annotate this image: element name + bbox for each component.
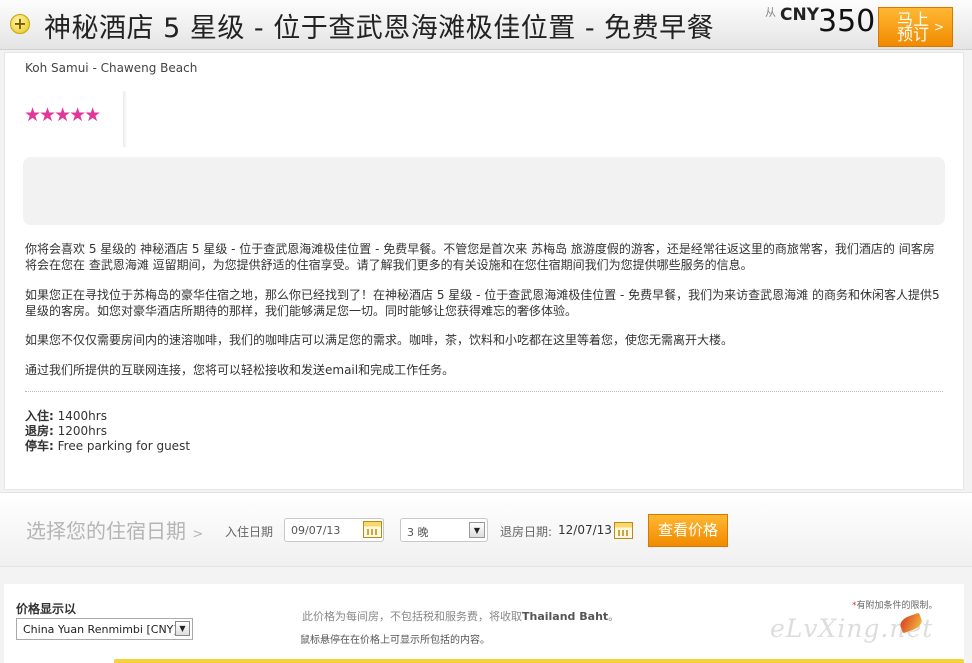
parking-info-label: 停车: [25,439,54,453]
hotel-header: + 神秘酒店 5 星级 - 位于查武恩海滩极佳位置 - 免费早餐 从 CNY 3… [0,0,972,50]
price-note-suffix: 。 [608,610,620,623]
nights-select[interactable]: 3 晚 ▼ [400,518,488,542]
checkout-info-value: 1200hrs [57,424,107,438]
parking-info: 停车: Free parking for guest [25,437,190,454]
chevron-right-icon: > [933,20,944,34]
calendar-icon[interactable] [614,522,633,539]
date-selector-bar: 选择您的住宿日期 > 入住日期 09/07/13 3 晚 ▼ 退房日期: 12/… [0,492,972,567]
description-paragraph-3: 如果您不仅仅需要房间内的速溶咖啡，我们的咖啡店可以满足您的需求。咖啡，茶，饮料和… [25,333,734,347]
checkin-info-label: 入住: [25,409,54,423]
hover-note: 鼠标悬停在在价格上可显示所包括的内容。 [300,635,490,646]
add-favorite-icon[interactable]: + [10,14,30,34]
nights-selected-value: 3 晚 [407,526,429,539]
checkout-info-label: 退房: [25,424,54,438]
description-paragraph-2: 如果您正在寻找位于苏梅岛的豪华住宿之地，那么你已经找到了！在神秘酒店 5 星级 … [25,288,940,318]
description-paragraph-1: 你将会喜欢 5 星级的 神秘酒店 5 星级 - 位于查武恩海滩极佳位置 - 免费… [25,242,935,272]
dropdown-arrow-icon[interactable]: ▼ [469,522,485,538]
price-currency: CNY [780,5,820,25]
divider [25,391,943,392]
parking-info-value: Free parking for guest [57,439,191,453]
price-options-panel: 价格显示以 China Yuan Renmimbi [CNY] ▼ 此价格为每间… [4,584,964,663]
price-value: 350 [818,4,876,39]
star-rating: ★★★★★ [24,104,101,126]
hotel-details-panel: Koh Samui - Chaweng Beach ★★★★★ 你将会喜欢 5 … [4,52,964,490]
date-selector-title-text: 选择您的住宿日期 [26,519,186,543]
description-paragraph-4: 通过我们所提供的互联网连接，您将可以轻松接收和发送email和完成工作任务。 [25,363,455,377]
divider [114,659,964,663]
price-from-label: 从 [765,6,776,19]
conditions-note: *有附加条件的限制。 [852,598,938,611]
currency-selected-value: China Yuan Renmimbi [CNY] [23,623,178,636]
price-note-currency: Thailand Baht [522,610,609,623]
highlights-box [23,157,945,225]
book-now-button[interactable]: 马上 预订 > [878,7,953,47]
dropdown-arrow-icon[interactable]: ▼ [175,621,190,636]
price-note-prefix: 此价格为每间房，不包括税和服务费，将收取 [302,610,522,623]
price-note: 此价格为每间房，不包括税和服务费，将收取Thailand Baht。 [302,608,619,624]
calendar-icon[interactable] [363,521,382,538]
checkout-date-label: 退房日期: [500,525,553,539]
checkout-date-value: 12/07/13 [558,523,612,537]
checkin-date-label: 入住日期 [225,525,274,539]
currency-select[interactable]: China Yuan Renmimbi [CNY] ▼ [16,618,193,640]
checkin-info-value: 1400hrs [57,409,107,423]
chevron-right-icon: > [192,527,204,542]
hotel-location: Koh Samui - Chaweng Beach [25,61,198,75]
hotel-title: 神秘酒店 5 星级 - 位于查武恩海滩极佳位置 - 免费早餐 [44,13,715,44]
date-selector-title: 选择您的住宿日期 > [26,515,203,544]
conditions-text: 有附加条件的限制。 [856,601,938,611]
check-price-button[interactable]: 查看价格 [648,514,728,547]
price-display-label: 价格显示以 [16,602,77,616]
divider [123,91,127,147]
